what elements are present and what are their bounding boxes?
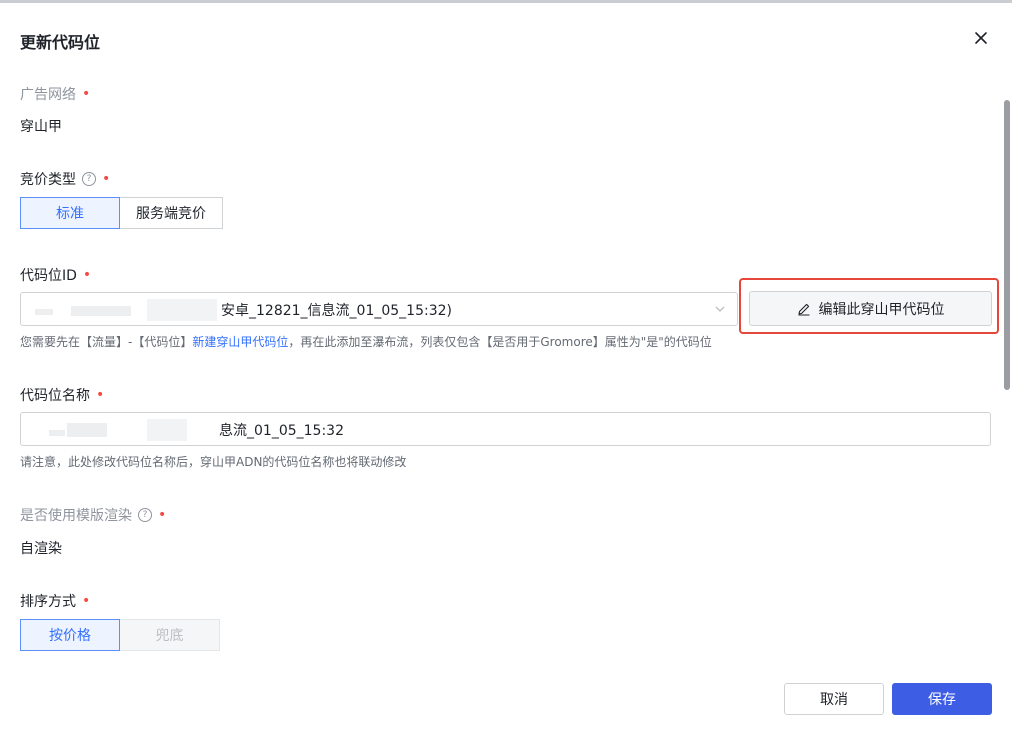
close-icon[interactable] (970, 27, 992, 49)
question-circle-icon[interactable]: ? (138, 508, 152, 522)
slot-id-label-row: 代码位ID • (20, 265, 91, 285)
sort-option-fallback: 兜底 (120, 619, 220, 651)
question-circle-icon[interactable]: ? (82, 172, 96, 186)
redacted-text (67, 423, 107, 437)
slot-id-select[interactable]: 安卓_12821_信息流_01_05_15:32) (20, 292, 738, 326)
pencil-icon (797, 303, 809, 316)
network-label-row: 广告网络 • (20, 84, 90, 104)
network-value: 穿山甲 (20, 119, 62, 135)
required-mark: • (82, 593, 91, 609)
sort-label: 排序方式 (20, 594, 76, 610)
bidding-type-selector: 标准 服务端竞价 (20, 197, 223, 229)
hint-prefix: 您需要先在【流量】-【代码位】 (20, 335, 193, 349)
save-button[interactable]: 保存 (892, 683, 992, 715)
slot-id-hint: 您需要先在【流量】-【代码位】新建穿山甲代码位，再在此添加至瀑布流，列表仅包含【… (20, 333, 712, 350)
redacted-text (35, 309, 53, 315)
dialog-title: 更新代码位 (20, 33, 101, 52)
sort-label-row: 排序方式 • (20, 591, 90, 611)
bidding-option-standard[interactable]: 标准 (20, 197, 120, 229)
create-slot-link[interactable]: 新建穿山甲代码位 (192, 335, 288, 349)
slot-id-value: 安卓_12821_信息流_01_05_15:32) (221, 303, 452, 319)
network-label: 广告网络 (20, 87, 76, 103)
template-label: 是否使用模版渲染 (20, 508, 132, 524)
template-value: 自渲染 (20, 541, 62, 557)
sort-mode-selector: 按价格 兜底 (20, 619, 220, 651)
required-mark: • (96, 387, 105, 403)
bidding-label: 竞价类型 (20, 172, 76, 188)
required-mark: • (82, 267, 92, 283)
required-mark: • (82, 86, 91, 102)
slot-name-input[interactable]: 息流_01_05_15:32 (20, 412, 991, 446)
redacted-text (71, 306, 131, 316)
bidding-option-server[interactable]: 服务端竞价 (120, 197, 223, 229)
slot-name-label-row: 代码位名称 • (20, 385, 104, 405)
chevron-down-icon (715, 306, 725, 312)
slot-name-hint: 请注意，此处修改代码位名称后，穿山甲ADN的代码位名称也将联动修改 (20, 455, 407, 469)
cancel-button[interactable]: 取消 (784, 683, 884, 715)
redacted-text (49, 430, 65, 436)
scrollbar[interactable] (1004, 100, 1010, 390)
required-mark: • (158, 507, 167, 523)
hint-suffix: ，再在此添加至瀑布流，列表仅包含【是否用于Gromore】属性为"是"的代码位 (288, 335, 712, 349)
edit-pangle-slot-button[interactable]: 编辑此穿山甲代码位 (749, 291, 992, 326)
slot-name-value: 息流_01_05_15:32 (219, 423, 344, 439)
redacted-text (147, 419, 187, 441)
redacted-text (147, 299, 217, 321)
bidding-label-row: 竞价类型 ? • (20, 169, 110, 189)
required-mark: • (102, 171, 111, 187)
slot-id-label: 代码位ID (20, 268, 77, 284)
template-label-row: 是否使用模版渲染 ? • (20, 505, 166, 525)
slot-name-label: 代码位名称 (20, 388, 90, 404)
edit-button-label: 编辑此穿山甲代码位 (818, 301, 945, 318)
sort-option-price[interactable]: 按价格 (20, 619, 120, 651)
